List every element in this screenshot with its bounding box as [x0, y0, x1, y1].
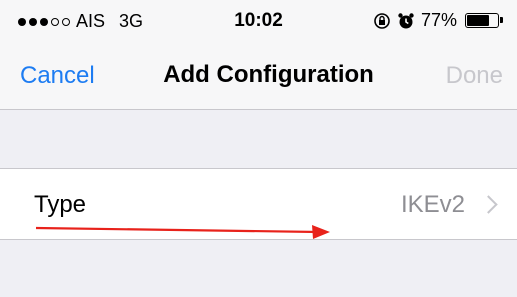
type-label: Type [34, 191, 87, 218]
battery-icon [465, 13, 503, 28]
rotation-lock-icon [374, 12, 390, 29]
done-button[interactable]: Done [446, 62, 503, 90]
chevron-right-icon [479, 195, 498, 214]
navigation-bar: Cancel Add Configuration Done [0, 44, 517, 110]
page-title: Add Configuration [163, 61, 374, 88]
section-spacer [0, 110, 517, 168]
battery-fill [467, 15, 490, 26]
bottom-spacer [0, 240, 517, 297]
battery-percent: 77% [420, 10, 457, 30]
type-value: IKEv2 [400, 191, 465, 218]
status-right: 77% [373, 10, 503, 31]
alarm-icon [398, 12, 414, 28]
status-bar: AIS 3G 10:02 77% [0, 0, 517, 44]
